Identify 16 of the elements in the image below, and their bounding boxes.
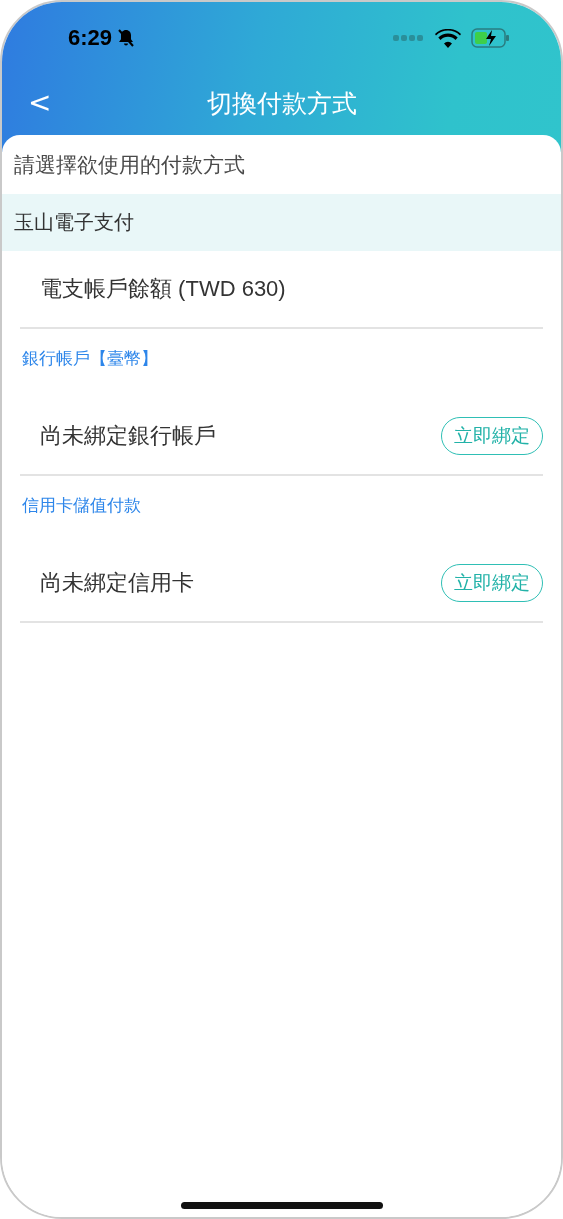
option-text: 尚未綁定信用卡 <box>40 569 194 597</box>
bind-button[interactable]: 立即綁定 <box>441 564 543 602</box>
signal-icon <box>393 35 423 41</box>
option-text: 尚未綁定銀行帳戶 <box>40 422 216 450</box>
page-title: 切換付款方式 <box>206 87 357 119</box>
section-label: 銀行帳戶【臺幣】 <box>21 348 159 370</box>
battery-charging-icon <box>471 28 511 48</box>
section-label: 信用卡儲值付款 <box>21 495 142 517</box>
bell-off-icon <box>116 28 137 48</box>
wifi-icon <box>435 28 461 48</box>
status-time: 6:29 <box>68 25 113 51</box>
prompt-text: 請選擇欲使用的付款方式 <box>13 152 246 178</box>
bind-button[interactable]: 立即綁定 <box>441 417 543 455</box>
back-button[interactable]: < <box>22 86 58 119</box>
group-title: 玉山電子支付 <box>14 210 134 235</box>
balance-option[interactable]: 電支帳戶餘額 (TWD 630) <box>40 274 286 304</box>
